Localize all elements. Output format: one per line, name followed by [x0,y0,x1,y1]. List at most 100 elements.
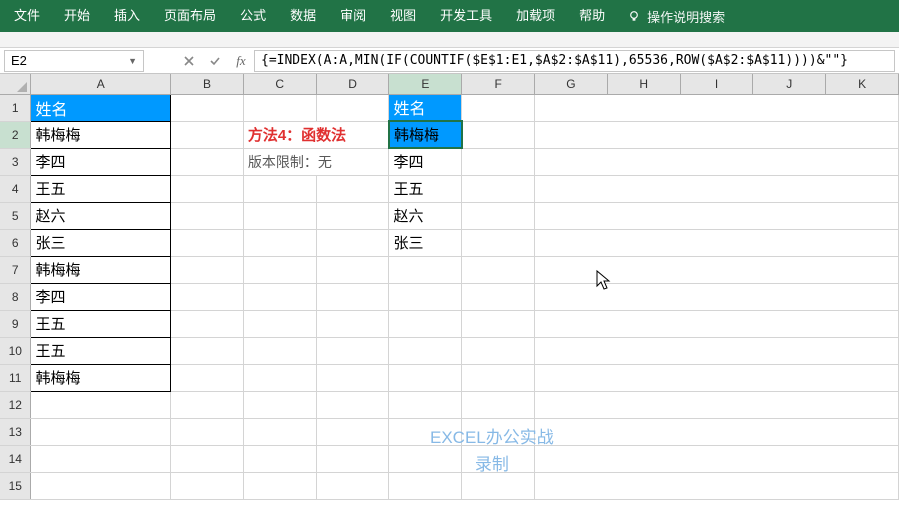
cell-F10[interactable] [462,337,535,364]
row-header-15[interactable]: 15 [0,472,31,499]
cell-D4[interactable] [316,175,389,202]
cell-G12[interactable] [535,391,899,418]
cell-E8[interactable] [389,283,462,310]
cell-G11[interactable] [535,364,899,391]
row-header-6[interactable]: 6 [0,229,31,256]
cell-B2[interactable] [171,121,244,148]
row-header-8[interactable]: 8 [0,283,31,310]
tab-page-layout[interactable]: 页面布局 [152,0,228,32]
cell-E14[interactable] [389,445,462,472]
cell-D13[interactable] [316,418,389,445]
col-header-K[interactable]: K [826,74,899,94]
col-header-E[interactable]: E [389,74,462,94]
cell-E7[interactable] [389,256,462,283]
cell-A13[interactable] [31,418,171,445]
col-header-C[interactable]: C [243,74,316,94]
cell-D1[interactable] [316,94,389,121]
cell-G8[interactable] [535,283,899,310]
insert-function-button[interactable]: fx [228,50,254,72]
cell-C6[interactable] [243,229,316,256]
row-header-2[interactable]: 2 [0,121,31,148]
cell-F9[interactable] [462,310,535,337]
cell-D12[interactable] [316,391,389,418]
cell-E10[interactable] [389,337,462,364]
cell-F7[interactable] [462,256,535,283]
cell-E6[interactable]: 张三 [389,229,462,256]
formula-input[interactable]: {=INDEX(A:A,MIN(IF(COUNTIF($E$1:E1,$A$2:… [254,50,895,72]
cell-A12[interactable] [31,391,171,418]
cell-G14[interactable] [535,445,899,472]
cell-C13[interactable] [243,418,316,445]
cell-G10[interactable] [535,337,899,364]
cell-G7[interactable] [535,256,899,283]
row-header-4[interactable]: 4 [0,175,31,202]
cell-F14[interactable] [462,445,535,472]
cell-G15[interactable] [535,472,899,499]
cell-E9[interactable] [389,310,462,337]
cell-C11[interactable] [243,364,316,391]
cell-E5[interactable]: 赵六 [389,202,462,229]
cell-B14[interactable] [171,445,244,472]
cell-E13[interactable] [389,418,462,445]
tab-home[interactable]: 开始 [52,0,102,32]
cell-B5[interactable] [171,202,244,229]
cell-G5[interactable] [535,202,899,229]
row-header-13[interactable]: 13 [0,418,31,445]
cell-B4[interactable] [171,175,244,202]
tab-review[interactable]: 审阅 [328,0,378,32]
cell-F15[interactable] [462,472,535,499]
row-header-12[interactable]: 12 [0,391,31,418]
cell-C2[interactable]: 方法4：函数法 [243,121,389,148]
select-all-corner[interactable] [0,74,31,94]
formula-cancel-button[interactable] [176,50,202,72]
cell-F11[interactable] [462,364,535,391]
cell-A11[interactable]: 韩梅梅 [31,364,171,391]
cell-G13[interactable] [535,418,899,445]
cell-A4[interactable]: 王五 [31,175,171,202]
row-header-14[interactable]: 14 [0,445,31,472]
row-header-7[interactable]: 7 [0,256,31,283]
tab-view[interactable]: 视图 [378,0,428,32]
cell-F3[interactable] [462,148,535,175]
cell-B13[interactable] [171,418,244,445]
tab-addins[interactable]: 加载项 [504,0,567,32]
cell-C10[interactable] [243,337,316,364]
cell-C4[interactable] [243,175,316,202]
row-header-11[interactable]: 11 [0,364,31,391]
cell-G2[interactable] [535,121,899,148]
cell-F13[interactable] [462,418,535,445]
cell-D10[interactable] [316,337,389,364]
cell-A8[interactable]: 李四 [31,283,171,310]
cell-D6[interactable] [316,229,389,256]
row-header-5[interactable]: 5 [0,202,31,229]
row-header-1[interactable]: 1 [0,94,31,121]
cell-B11[interactable] [171,364,244,391]
cell-F12[interactable] [462,391,535,418]
cell-B10[interactable] [171,337,244,364]
name-box[interactable]: E2 ▼ [4,50,144,72]
cell-F2[interactable] [462,121,535,148]
cell-C7[interactable] [243,256,316,283]
tab-file[interactable]: 文件 [2,0,52,32]
cell-F8[interactable] [462,283,535,310]
cell-G6[interactable] [535,229,899,256]
cell-D9[interactable] [316,310,389,337]
cell-B12[interactable] [171,391,244,418]
cell-A3[interactable]: 李四 [31,148,171,175]
cell-A7[interactable]: 韩梅梅 [31,256,171,283]
cell-C12[interactable] [243,391,316,418]
cell-B8[interactable] [171,283,244,310]
tab-formulas[interactable]: 公式 [228,0,278,32]
cell-B15[interactable] [171,472,244,499]
tab-insert[interactable]: 插入 [102,0,152,32]
row-header-10[interactable]: 10 [0,337,31,364]
cell-C8[interactable] [243,283,316,310]
name-box-dropdown-icon[interactable]: ▼ [128,56,137,66]
cell-C14[interactable] [243,445,316,472]
col-header-I[interactable]: I [680,74,753,94]
cell-E1[interactable]: 姓名 [389,94,462,121]
cell-C3[interactable]: 版本限制：无 [243,148,389,175]
cell-G1[interactable] [535,94,899,121]
col-header-A[interactable]: A [31,74,171,94]
cell-F6[interactable] [462,229,535,256]
